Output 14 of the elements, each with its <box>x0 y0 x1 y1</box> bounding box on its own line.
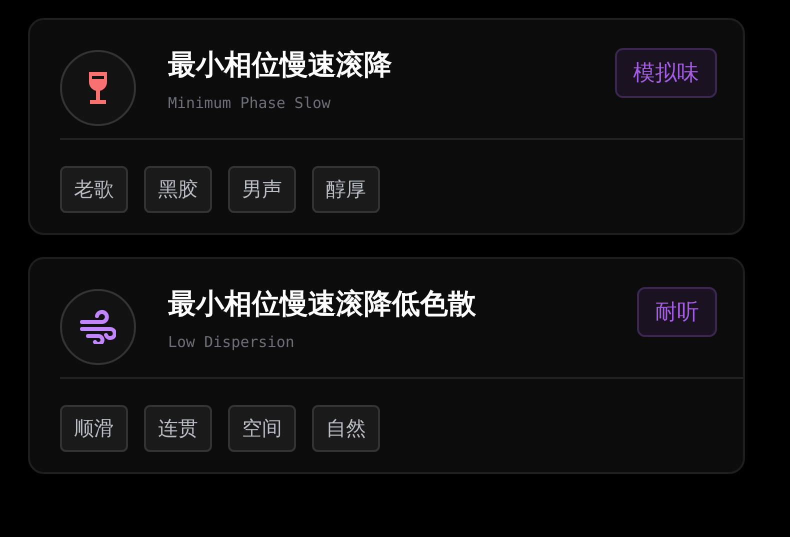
tag-chip: 男声 <box>228 166 296 213</box>
tag-chip: 老歌 <box>60 166 128 213</box>
tag-chip: 黑胶 <box>144 166 212 213</box>
preset-subtitle: Low Dispersion <box>168 333 296 351</box>
tag-chip: 空间 <box>228 405 296 452</box>
flavor-badge: 耐听 <box>637 287 717 337</box>
tag-chip: 连贯 <box>144 405 212 452</box>
preset-title: 最小相位慢速滚降低色散 <box>168 287 477 321</box>
tag-chip: 自然 <box>312 405 380 452</box>
flavor-badge: 模拟味 <box>615 48 717 98</box>
preset-subtitle: Minimum Phase Slow <box>168 94 332 112</box>
tag-chip: 顺滑 <box>60 405 128 452</box>
tag-chip: 醇厚 <box>312 166 380 213</box>
preset-title: 最小相位慢速滚降 <box>168 48 393 82</box>
